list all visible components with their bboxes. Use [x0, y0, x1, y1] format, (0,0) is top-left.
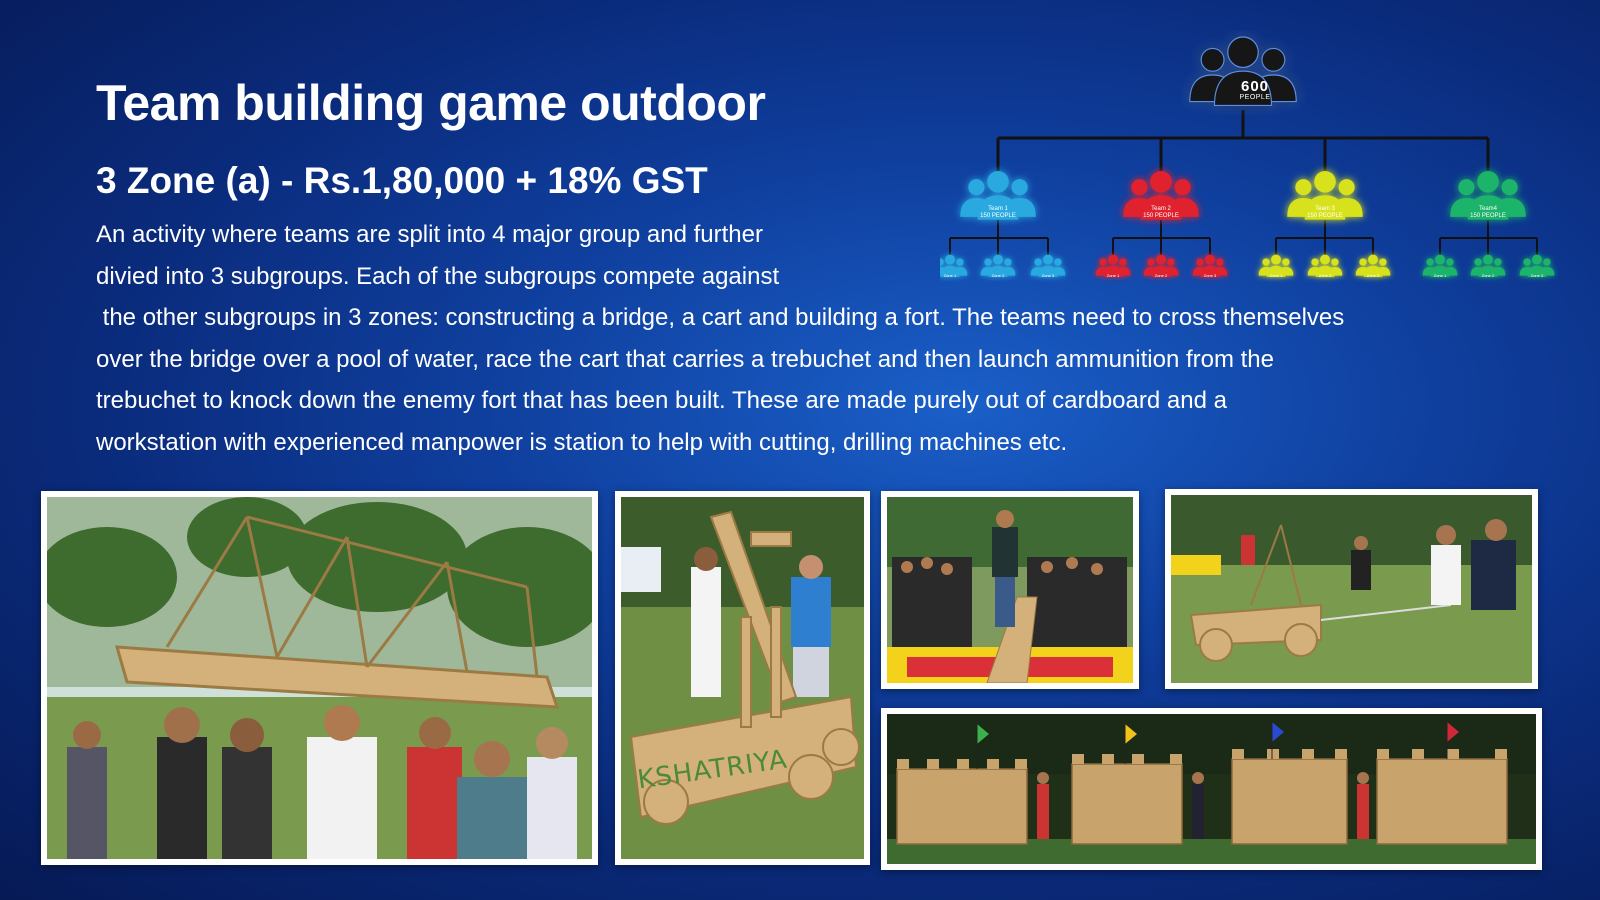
description-line: trebuchet to knock down the enemy fort t…: [96, 387, 1227, 414]
org-chart-graphic: [940, 36, 1555, 277]
subgroup-label: Zone 3: [1530, 273, 1544, 278]
subgroup-label: Zone 1: [1433, 273, 1447, 278]
subgroup-label: Zone 1: [943, 273, 957, 278]
photo-cart-race: [1165, 489, 1538, 689]
team-people: 150 PEOPLE: [1307, 213, 1343, 219]
bridge-carry-image: [47, 497, 592, 859]
subgroup-label: Zone 1: [1269, 273, 1283, 278]
team4-label: Team4 150 PEOPLE: [1453, 206, 1523, 220]
team-people: 150 PEOPLE: [1470, 213, 1506, 219]
subgroup-label: Zone 2: [1481, 273, 1495, 278]
photo-bridge-carry: [41, 491, 598, 865]
team-name: Team 1: [988, 206, 1008, 212]
team1-label: Team 1 150 PEOPLE: [963, 206, 1033, 220]
team-name: Team4: [1478, 206, 1497, 212]
team-name: Team 3: [1315, 206, 1335, 212]
trebuchet-cart-image: [621, 497, 864, 859]
subgroup-label: Zone 3: [1366, 273, 1380, 278]
subgroup-label: Zone 1: [1106, 273, 1120, 278]
photo-forts: [881, 708, 1542, 870]
subgroup-label: Zone 2: [1154, 273, 1168, 278]
top-group-count: 600: [1240, 78, 1270, 95]
price-subtitle: 3 Zone (a) - Rs.1,80,000 + 18% GST: [96, 160, 708, 201]
subgroup-label: Zone 2: [1318, 273, 1332, 278]
cart-race-image: [1171, 495, 1532, 683]
top-group-label: PEOPLE: [1239, 94, 1271, 101]
description-line: the other subgroups in 3 zones: construc…: [96, 304, 1345, 331]
forts-image: [887, 714, 1536, 864]
subgroup-label: Zone 3: [1203, 273, 1217, 278]
slide-title: Team building game outdoor: [96, 75, 766, 131]
subgroup-label: Zone 2: [991, 273, 1005, 278]
team-org-chart: 600 PEOPLE Team 1 150 PEOPLE Team 2 150 …: [940, 30, 1590, 300]
description-line: over the bridge over a pool of water, ra…: [96, 345, 1274, 373]
team-people: 150 PEOPLE: [980, 213, 1016, 219]
team-people: 150 PEOPLE: [1143, 213, 1179, 219]
team-name: Team 2: [1151, 206, 1171, 212]
team2-label: Team 2 150 PEOPLE: [1126, 206, 1196, 220]
bridge-walk-image: [887, 497, 1133, 683]
photo-bridge-walk: [881, 491, 1139, 689]
photo-trebuchet-cart: KSHATRIYA: [615, 491, 870, 865]
description-line: workstation with experienced manpower is…: [96, 428, 1068, 456]
team3-label: Team 3 150 PEOPLE: [1290, 206, 1360, 220]
subgroup-label: Zone 3: [1041, 273, 1055, 278]
connector-lines: [949, 110, 1538, 255]
